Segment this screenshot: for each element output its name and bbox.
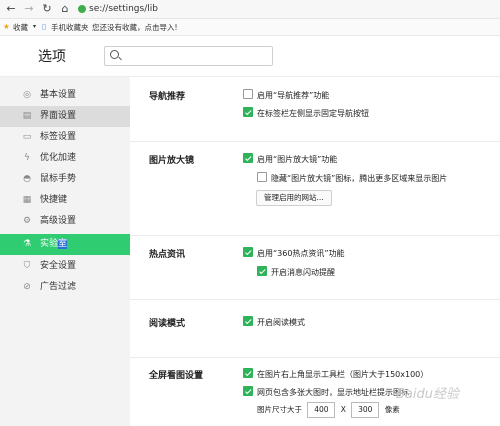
size-label: 图片尺寸大于 bbox=[257, 405, 302, 414]
advanced-icon: ⚙ bbox=[22, 216, 32, 226]
home-icon[interactable]: ⌂ bbox=[58, 2, 72, 16]
arrow-right-icon[interactable]: → bbox=[22, 2, 36, 16]
size-separator: X bbox=[340, 405, 346, 414]
watermark-logo: Baidu经验 bbox=[396, 387, 459, 402]
manage-sites-button[interactable]: 管理启用的网站... bbox=[256, 190, 332, 206]
option-label: 隐藏“图片放大镜”图标，腾出更多区域来显示图片 bbox=[271, 174, 448, 183]
option-zoom-enable[interactable]: 启用“图片放大镜”功能 bbox=[243, 153, 337, 165]
sidebar-item-label-text: 实验 bbox=[40, 239, 59, 249]
section-title: 图片放大镜 bbox=[149, 156, 195, 166]
checkbox[interactable] bbox=[257, 172, 267, 182]
secure-icon bbox=[78, 4, 86, 13]
sidebar-item-label: 快捷键 bbox=[40, 195, 68, 205]
section-title: 热点资讯 bbox=[149, 250, 186, 260]
page-title: 选项 bbox=[38, 49, 66, 65]
option-hot-enable[interactable]: 启用“360热点资讯”功能 bbox=[243, 247, 345, 259]
option-label: 开启阅读模式 bbox=[257, 318, 305, 327]
option-reader-enable[interactable]: 开启阅读模式 bbox=[243, 316, 305, 328]
checkbox[interactable] bbox=[257, 266, 267, 276]
sidebar-item-shortcuts[interactable]: ▦ 快捷键 bbox=[0, 190, 130, 211]
checkbox[interactable] bbox=[243, 368, 253, 378]
mouse-icon: ◓ bbox=[23, 174, 31, 184]
checkbox[interactable] bbox=[243, 107, 253, 117]
settings-sidebar: ◎ 基本设置 ▤ 界面设置 ▭ 标签设置 ϟ 优化加速 ◓ 鼠标手势 ▦ 快捷键… bbox=[0, 77, 130, 426]
flask-icon: ⚗ bbox=[22, 239, 32, 249]
star-icon: ★ bbox=[3, 22, 10, 31]
sidebar-item-interface[interactable]: ▤ 界面设置 bbox=[0, 106, 130, 127]
height-input[interactable]: 300 bbox=[351, 402, 380, 418]
sidebar-item-label: 基本设置 bbox=[40, 90, 77, 100]
option-label: 在标签栏左侧显示固定导航按钮 bbox=[257, 109, 369, 118]
image-size-row: 图片尺寸大于 400 X 300 像素 bbox=[257, 402, 400, 418]
sidebar-item-lab[interactable]: ⚗ 实验室 bbox=[0, 234, 130, 255]
sidebar-item-security[interactable]: ⛉ 安全设置 bbox=[0, 256, 130, 277]
settings-content: 导航推荐 启用“导航推荐”功能 在标签栏左侧显示固定导航按钮 图片放大镜 启用“… bbox=[130, 77, 500, 426]
section-title: 全屏看图设置 bbox=[149, 371, 204, 381]
selected-text: 室 bbox=[58, 239, 68, 249]
checkbox[interactable] bbox=[243, 247, 253, 257]
sidebar-item-label: 标签设置 bbox=[40, 132, 77, 142]
option-fullscreen-toolbar[interactable]: 在图片右上角显示工具栏（图片大于150x100） bbox=[243, 368, 428, 380]
sidebar-item-label: 界面设置 bbox=[40, 111, 77, 121]
bookmarks-bar: ★ 收藏 ▾ ▯ 手机收藏夹 您还没有收藏，点击导入! bbox=[0, 19, 500, 36]
phone-icon: ▯ bbox=[42, 22, 47, 31]
sidebar-item-advanced[interactable]: ⚙ 高级设置 bbox=[0, 211, 130, 232]
sidebar-item-label: 优化加速 bbox=[40, 153, 77, 163]
sidebar-item-label: 广告过滤 bbox=[40, 282, 77, 292]
sidebar-item-label: 实验室 bbox=[40, 234, 68, 255]
gear-icon: ◎ bbox=[23, 90, 31, 100]
address-bar[interactable]: se://settings/lib bbox=[78, 2, 158, 16]
refresh-icon[interactable]: ↻ bbox=[40, 2, 54, 16]
settings-header: 选项 bbox=[0, 36, 500, 77]
window-icon: ▤ bbox=[22, 111, 32, 121]
sidebar-item-performance[interactable]: ϟ 优化加速 bbox=[0, 148, 130, 169]
sidebar-item-basic[interactable]: ◎ 基本设置 bbox=[0, 85, 130, 106]
browser-toolbar: ← → ↻ ⌂ se://settings/lib bbox=[0, 0, 500, 19]
search-icon bbox=[110, 50, 119, 59]
checkbox[interactable] bbox=[243, 153, 253, 163]
search-input[interactable] bbox=[104, 46, 273, 66]
sidebar-item-label: 高级设置 bbox=[40, 216, 77, 226]
width-input[interactable]: 400 bbox=[307, 402, 336, 418]
section-hot-news: 热点资讯 启用“360热点资讯”功能 开启消息闪动提醒 bbox=[130, 236, 500, 300]
sidebar-item-mouse-gestures[interactable]: ◓ 鼠标手势 bbox=[0, 169, 130, 190]
option-hot-flash[interactable]: 开启消息闪动提醒 bbox=[257, 266, 335, 278]
sidebar-item-label: 安全设置 bbox=[40, 261, 77, 271]
option-zoom-hide-icon[interactable]: 隐藏“图片放大镜”图标，腾出更多区域来显示图片 bbox=[257, 172, 447, 184]
section-title: 阅读模式 bbox=[149, 319, 186, 329]
chevron-down-icon[interactable]: ▾ bbox=[33, 23, 36, 30]
option-label: 网页包含多张大图时，显示地址栏提示图标 bbox=[257, 388, 409, 397]
option-label: 启用“360热点资讯”功能 bbox=[257, 249, 345, 258]
section-image-zoom: 图片放大镜 启用“图片放大镜”功能 隐藏“图片放大镜”图标，腾出更多区域来显示图… bbox=[130, 142, 500, 236]
checkbox[interactable] bbox=[243, 316, 253, 326]
option-label: 开启消息闪动提醒 bbox=[271, 268, 335, 277]
option-nav-fixed-button[interactable]: 在标签栏左侧显示固定导航按钮 bbox=[243, 107, 369, 119]
size-unit: 像素 bbox=[384, 405, 400, 414]
bookmark-favorites[interactable]: 收藏 bbox=[13, 22, 28, 33]
sidebar-item-adblock[interactable]: ⊘ 广告过滤 bbox=[0, 277, 130, 298]
option-label: 启用“图片放大镜”功能 bbox=[257, 155, 338, 164]
sidebar-item-tabs[interactable]: ▭ 标签设置 bbox=[0, 127, 130, 148]
checkbox[interactable] bbox=[243, 89, 253, 99]
option-label: 在图片右上角显示工具栏（图片大于150x100） bbox=[257, 370, 429, 379]
bookmark-mobile[interactable]: 手机收藏夹 bbox=[51, 22, 89, 33]
address-text: se://settings/lib bbox=[89, 4, 158, 14]
block-icon: ⊘ bbox=[23, 282, 31, 292]
section-title: 导航推荐 bbox=[149, 92, 186, 102]
section-reader-mode: 阅读模式 开启阅读模式 bbox=[130, 300, 500, 358]
lightning-icon: ϟ bbox=[24, 153, 30, 163]
bookmark-import-prompt[interactable]: 您还没有收藏，点击导入! bbox=[92, 22, 178, 33]
section-nav-recommend: 导航推荐 启用“导航推荐”功能 在标签栏左侧显示固定导航按钮 bbox=[130, 77, 500, 142]
checkbox[interactable] bbox=[243, 386, 253, 396]
option-nav-enable[interactable]: 启用“导航推荐”功能 bbox=[243, 89, 329, 101]
keyboard-icon: ▦ bbox=[22, 195, 32, 205]
sidebar-item-label: 鼠标手势 bbox=[40, 174, 77, 184]
shield-icon: ⛉ bbox=[23, 261, 31, 271]
option-fullscreen-address-hint[interactable]: 网页包含多张大图时，显示地址栏提示图标 bbox=[243, 386, 409, 398]
option-label: 启用“导航推荐”功能 bbox=[257, 91, 330, 100]
tab-icon: ▭ bbox=[22, 132, 32, 142]
arrow-left-icon[interactable]: ← bbox=[4, 2, 18, 16]
